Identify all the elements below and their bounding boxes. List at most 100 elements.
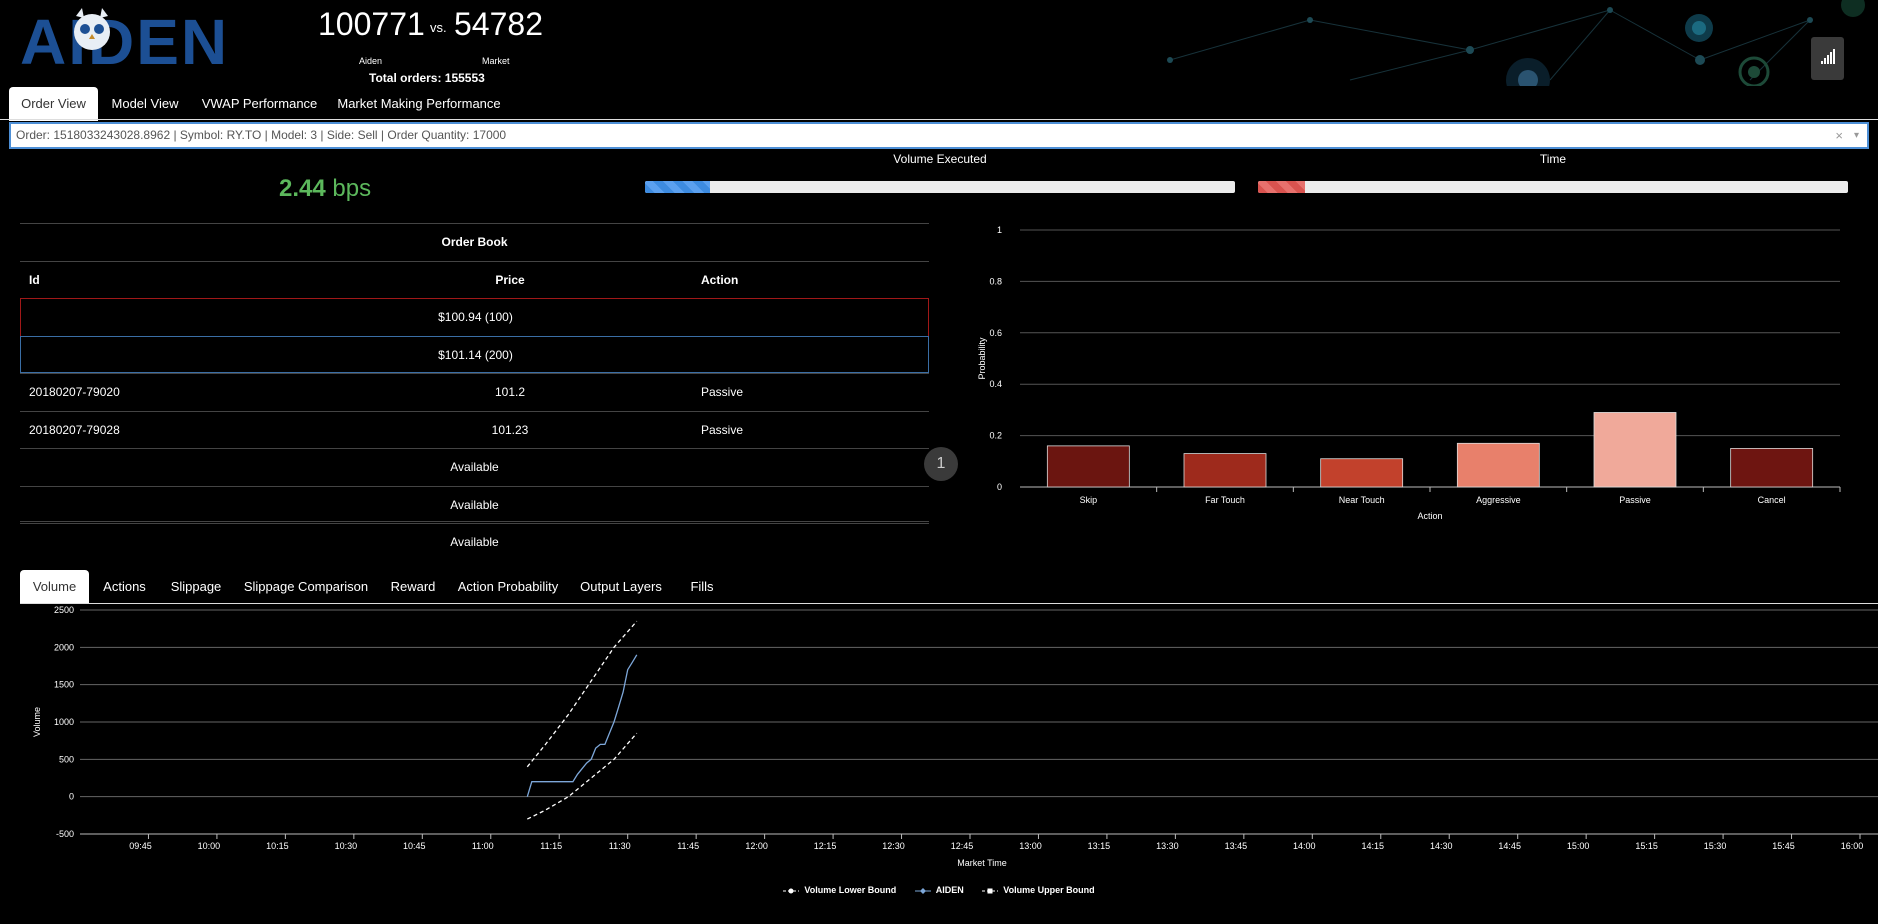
- tab-action-probability[interactable]: Action Probability: [452, 570, 564, 604]
- x-axis-label: Action: [1417, 511, 1442, 521]
- header-id: Id: [29, 272, 40, 287]
- time-label: Time: [1539, 152, 1567, 166]
- legend-label: Volume Lower Bound: [804, 885, 897, 895]
- available-slot: Available: [450, 460, 499, 474]
- bar: [1730, 448, 1814, 488]
- legend-item[interactable]: Volume Lower Bound: [783, 885, 896, 895]
- bid-price: $101.14 (200): [438, 347, 513, 362]
- tab-fills[interactable]: Fills: [682, 570, 722, 604]
- signal-button[interactable]: [1811, 37, 1844, 80]
- page-badge[interactable]: 1: [924, 447, 958, 481]
- legend-swatch: [914, 887, 931, 894]
- order-book-bid-row: $101.14 (200): [20, 335, 929, 373]
- x-tick-label: 15:45: [1772, 841, 1795, 851]
- ask-price: $100.94 (100): [438, 310, 513, 324]
- order-select[interactable]: Order: 1518033243028.8962 | Symbol: RY.T…: [9, 122, 1869, 149]
- clear-icon[interactable]: ×: [1835, 124, 1843, 147]
- x-tick-label: 09:45: [129, 841, 152, 851]
- order-select-value: Order: 1518033243028.8962 | Symbol: RY.T…: [16, 128, 507, 142]
- tab-vwap-performance[interactable]: VWAP Performance: [193, 87, 326, 121]
- legend-swatch: [982, 888, 999, 894]
- y-tick-label: 2000: [54, 642, 74, 652]
- order-id: 20180207-79020: [29, 385, 120, 399]
- x-tick-label: 12:30: [882, 841, 905, 851]
- series-line: [526, 620, 638, 768]
- table-row-available: Available: [20, 448, 929, 486]
- bar: [1183, 453, 1267, 488]
- series-line: [526, 654, 638, 797]
- tab-order-view[interactable]: Order View: [9, 87, 98, 121]
- y-tick-label: 0.4: [989, 379, 1002, 389]
- owl-mascot-icon: [74, 8, 110, 50]
- x-tick-label: 12:45: [951, 841, 974, 851]
- action-probability-chart: 0 0.2 0.4 0.6 0.8 1 Skip Far Touch Near Touch Agg…: [977, 225, 1841, 521]
- x-tick-label: 11:45: [677, 841, 699, 851]
- x-tick-label: 14:30: [1430, 841, 1453, 851]
- order-book-title: Order Book: [20, 223, 929, 261]
- tab-market-making-performance[interactable]: Market Making Performance: [330, 87, 508, 121]
- available-slot: Available: [450, 497, 499, 512]
- x-axis-label: Market Time: [957, 858, 1007, 868]
- x-tick-label: Passive: [1619, 495, 1651, 505]
- bar: [1046, 445, 1130, 488]
- order-book-bottom-border: [20, 521, 929, 522]
- legend-swatch: [783, 888, 800, 894]
- tab-divider: [0, 119, 1878, 120]
- vs-label: vs.: [430, 20, 447, 35]
- x-tick-label: 11:15: [540, 841, 562, 851]
- bps-unit: bps: [332, 175, 372, 202]
- x-tick-label: 10:30: [335, 841, 358, 851]
- tab-slippage[interactable]: Slippage: [162, 570, 230, 604]
- total-orders: Total orders: 155553: [369, 71, 485, 85]
- table-row: 20180207-79028 101.23 Passive: [20, 410, 929, 449]
- x-tick-label: 13:15: [1088, 841, 1111, 851]
- volume-executed-label: Volume Executed: [893, 152, 987, 166]
- x-tick-label: 15:00: [1567, 841, 1590, 851]
- legend-item[interactable]: AIDEN: [914, 885, 964, 895]
- y-tick-label: -500: [56, 829, 74, 839]
- y-tick-label: 1500: [54, 680, 74, 690]
- tab-model-view[interactable]: Model View: [101, 87, 189, 121]
- order-action: Passive: [701, 422, 744, 437]
- y-tick-label: 0: [997, 482, 1002, 492]
- time-fill: [1258, 181, 1306, 193]
- table-row-available: Available: [20, 523, 929, 561]
- x-tick-label: Far Touch: [1205, 495, 1245, 505]
- x-tick-label: 11:00: [472, 841, 494, 851]
- table-row-available: Available: [20, 485, 929, 524]
- x-tick-label: 16:00: [1841, 841, 1864, 851]
- y-tick-label: 0.6: [989, 328, 1002, 338]
- tab-actions[interactable]: Actions: [95, 570, 154, 604]
- order-id: 20180207-79028: [29, 422, 120, 437]
- x-tick-label: 13:30: [1156, 841, 1179, 851]
- bps-value: 2.44 bps: [279, 175, 371, 203]
- x-tick-label: Aggressive: [1476, 495, 1521, 505]
- y-tick-label: 1000: [54, 717, 74, 727]
- bar: [1593, 412, 1677, 488]
- y-tick-label: 2500: [54, 605, 74, 615]
- available-slot: Available: [450, 535, 499, 549]
- y-tick-label: 0.2: [989, 431, 1002, 441]
- volume-executed-fill: [645, 181, 710, 193]
- volume-chart: 2500 2000 1500 1000 500 0 -500 09:45 10:00 10:15 1…: [32, 605, 1878, 868]
- time-bar: [1258, 181, 1848, 193]
- tab-reward[interactable]: Reward: [382, 570, 444, 604]
- tab-output-layers[interactable]: Output Layers: [576, 570, 666, 604]
- bps-number: 2.44: [279, 175, 326, 202]
- aiden-logo: AIDEN: [20, 6, 227, 70]
- order-book-ask-row: $100.94 (100): [20, 298, 929, 336]
- tab-slippage-comparison[interactable]: Slippage Comparison: [238, 570, 374, 604]
- order-price: 101.2: [494, 385, 526, 399]
- chevron-down-icon[interactable]: ▾: [1854, 124, 1859, 147]
- x-tick-label: 14:00: [1293, 841, 1316, 851]
- signal-bars-icon: [1821, 49, 1835, 64]
- x-tick-label: 10:45: [403, 841, 426, 851]
- x-tick-label: 15:15: [1635, 841, 1658, 851]
- x-tick-label: Skip: [1080, 495, 1098, 505]
- legend-item[interactable]: Volume Upper Bound: [982, 885, 1095, 895]
- volume-executed-bar: [645, 181, 1235, 193]
- x-tick-label: 10:00: [198, 841, 221, 851]
- series-line: [527, 732, 638, 820]
- tab-volume[interactable]: Volume: [20, 570, 89, 604]
- header-price: Price: [495, 272, 525, 287]
